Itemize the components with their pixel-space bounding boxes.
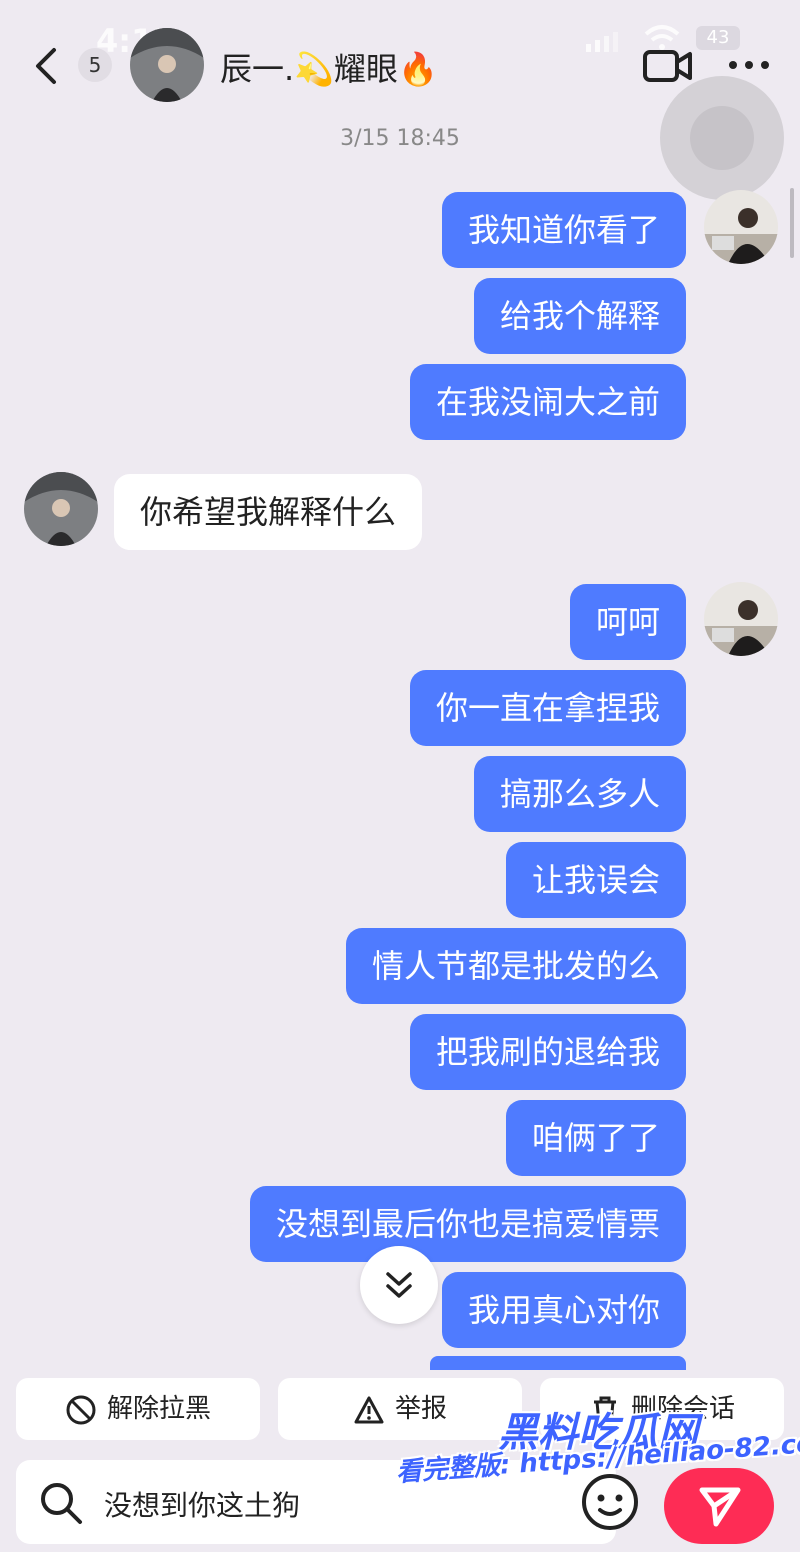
warning-icon xyxy=(354,1396,384,1423)
message-bubble-sent[interactable]: 让我误会 xyxy=(505,842,686,918)
message-bubble-sent[interactable]: 情人节都是批发的么 xyxy=(345,928,686,1004)
chevron-left-icon[interactable] xyxy=(28,44,64,88)
unblock-label: 解除拉黑 xyxy=(106,1394,211,1424)
contact-message-avatar[interactable] xyxy=(24,472,98,546)
message-bubble-sent[interactable]: 我用真心对你 xyxy=(441,1272,686,1348)
my-avatar[interactable] xyxy=(704,582,778,656)
scroll-to-bottom-button[interactable] xyxy=(360,1246,438,1324)
send-icon xyxy=(699,1487,741,1527)
unblock-button[interactable]: 解除拉黑 xyxy=(16,1378,260,1440)
message-bubble-sent[interactable]: 搞那么多人 xyxy=(473,756,686,832)
battery-indicator: 43 xyxy=(696,26,740,50)
message-bubble-sent[interactable]: 你一直在拿捏我 xyxy=(409,670,686,746)
video-call-icon[interactable] xyxy=(642,46,694,86)
message-bubble-received[interactable]: 你希望我解释什么 xyxy=(114,474,423,550)
message-bubble-partial xyxy=(430,1356,686,1370)
message-input-value[interactable]: 没想到你这土狗 xyxy=(104,1484,300,1524)
scrollbar-thumb[interactable] xyxy=(790,188,794,258)
unread-count-badge[interactable]: 5 xyxy=(78,48,112,82)
message-bubble-sent[interactable]: 呵呵 xyxy=(569,584,686,660)
contact-name[interactable]: 辰一.💫耀眼🔥 xyxy=(220,44,438,90)
message-bubble-sent[interactable]: 咱俩了了 xyxy=(505,1100,686,1176)
chevron-double-down-icon xyxy=(386,1272,412,1298)
message-bubble-sent[interactable]: 把我刷的退给我 xyxy=(409,1014,686,1090)
block-icon xyxy=(66,1395,96,1424)
more-icon[interactable] xyxy=(726,50,772,80)
message-timestamp: 3/15 18:45 xyxy=(340,126,460,151)
report-label: 举报 xyxy=(394,1394,447,1424)
message-bubble-sent[interactable]: 在我没闹大之前 xyxy=(409,364,686,440)
message-bubble-sent[interactable]: 我知道你看了 xyxy=(441,192,686,268)
message-bubble-sent[interactable]: 没想到最后你也是搞爱情票 xyxy=(249,1186,686,1262)
contact-avatar[interactable] xyxy=(130,28,204,102)
send-button[interactable] xyxy=(664,1468,774,1544)
report-button[interactable]: 举报 xyxy=(278,1378,522,1440)
signal-icon xyxy=(586,32,618,52)
search-icon xyxy=(41,1483,82,1524)
my-avatar[interactable] xyxy=(704,190,778,264)
emoji-icon[interactable] xyxy=(580,1472,640,1532)
message-bubble-sent[interactable]: 给我个解释 xyxy=(473,278,686,354)
